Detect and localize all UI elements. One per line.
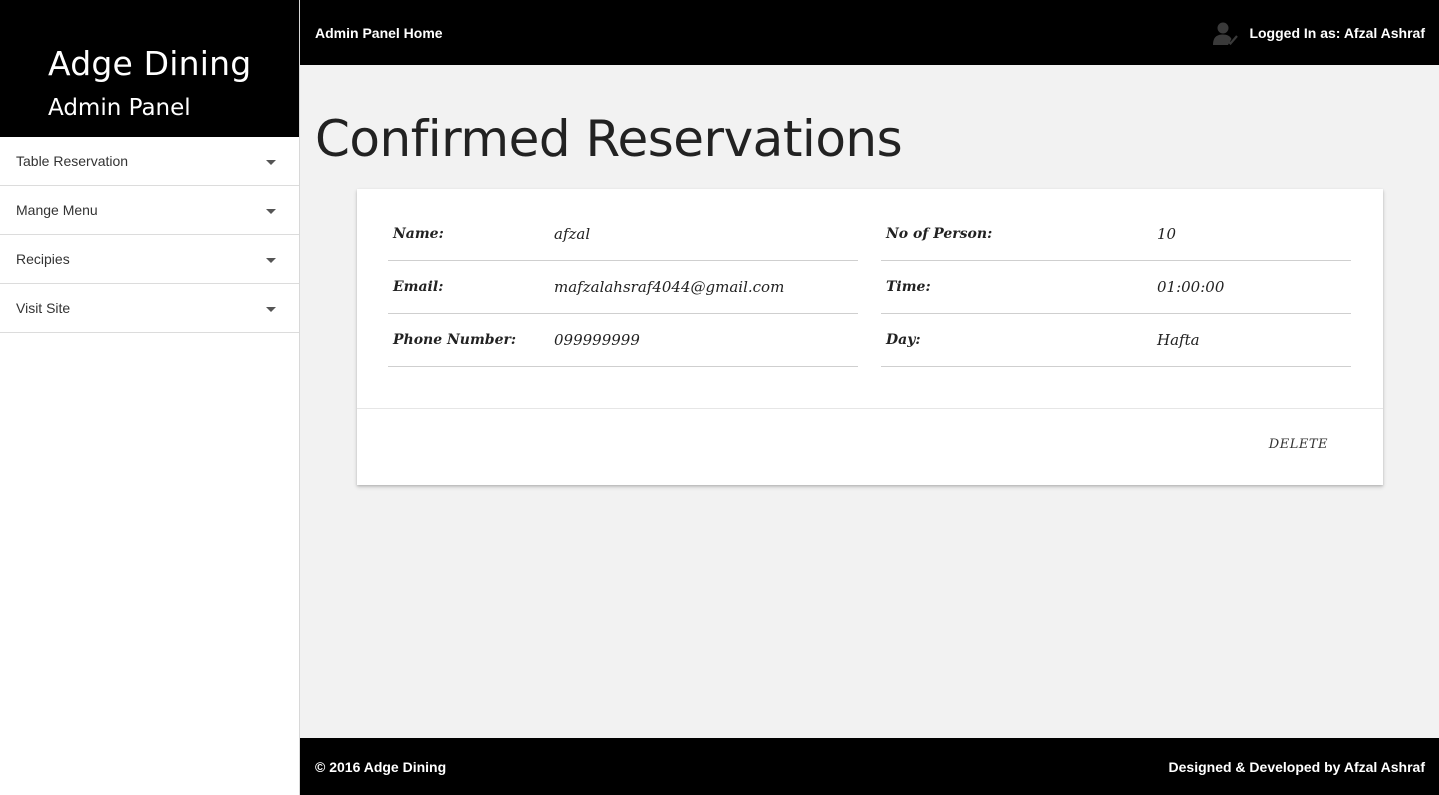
page-title: Confirmed Reservations <box>315 110 903 168</box>
user-area: Logged In as: Afzal Ashraf <box>1211 19 1425 47</box>
user-avatar-icon <box>1213 22 1239 45</box>
reservation-row-time: Time: 01:00:00 <box>881 261 1351 314</box>
reservation-row-phone: Phone Number: 099999999 <box>388 314 858 367</box>
sidebar-item-label: Recipies <box>16 251 70 267</box>
reservation-column-left: Name: afzal Email: mafzalahsraf4044@gmai… <box>388 208 858 367</box>
reservation-row-name: Name: afzal <box>388 208 858 261</box>
field-label: Email: <box>393 279 444 295</box>
reservation-column-right: No of Person: 10 Time: 01:00:00 Day: Haf… <box>881 208 1351 367</box>
logged-in-user-label: Logged In as: Afzal Ashraf <box>1249 24 1425 41</box>
sidebar-item-label: Mange Menu <box>16 202 98 218</box>
field-value: mafzalahsraf4044@gmail.com <box>554 278 785 296</box>
caret-down-icon <box>266 159 276 165</box>
sidebar-item-recipies[interactable]: Recipies <box>0 235 299 284</box>
field-label: No of Person: <box>886 226 993 242</box>
delete-button[interactable]: DELETE <box>1269 437 1328 452</box>
sidebar-item-label: Visit Site <box>16 300 71 316</box>
brand-subtitle: Admin Panel <box>48 95 191 121</box>
field-label: Day: <box>886 332 921 348</box>
field-value: 10 <box>1157 225 1177 243</box>
field-value: 01:00:00 <box>1157 278 1225 296</box>
reservation-row-persons: No of Person: 10 <box>881 208 1351 261</box>
footer-credit: Designed & Developed by Afzal Ashraf <box>1168 758 1425 775</box>
caret-down-icon <box>266 257 276 263</box>
caret-down-icon <box>266 306 276 312</box>
reservation-row-email: Email: mafzalahsraf4044@gmail.com <box>388 261 858 314</box>
field-label: Name: <box>393 226 444 242</box>
field-value: 099999999 <box>554 331 640 349</box>
sidebar-item-label: Table Reservation <box>16 153 129 169</box>
caret-down-icon <box>266 208 276 214</box>
footer: © 2016 Adge Dining Designed & Developed … <box>300 738 1439 795</box>
reservation-row-day: Day: Hafta <box>881 314 1351 367</box>
field-value: afzal <box>554 225 591 243</box>
footer-copyright: © 2016 Adge Dining <box>315 758 447 775</box>
brand-name: Adge Dining <box>48 44 252 83</box>
field-label: Time: <box>886 279 931 295</box>
admin-panel-home-link[interactable]: Admin Panel Home <box>315 25 443 41</box>
field-label: Phone Number: <box>393 332 517 348</box>
sidebar-item-visit-site[interactable]: Visit Site <box>0 284 299 333</box>
sidebar-item-mange-menu[interactable]: Mange Menu <box>0 186 299 235</box>
brand-block: Adge Dining Admin Panel <box>0 0 299 137</box>
main-content: Confirmed Reservations Name: afzal Email… <box>300 65 1439 738</box>
card-action-area: DELETE <box>357 408 1383 485</box>
sidebar-item-table-reservation[interactable]: Table Reservation <box>0 137 299 186</box>
top-bar: Admin Panel Home Logged In as: Afzal Ash… <box>300 0 1439 65</box>
field-value: Hafta <box>1157 331 1200 349</box>
reservation-card: Name: afzal Email: mafzalahsraf4044@gmai… <box>357 189 1383 485</box>
reservation-fields: Name: afzal Email: mafzalahsraf4044@gmai… <box>388 208 1351 367</box>
sidebar-nav: Table Reservation Mange Menu Recipies Vi… <box>0 137 299 333</box>
sidebar: Adge Dining Admin Panel Table Reservatio… <box>0 0 300 795</box>
